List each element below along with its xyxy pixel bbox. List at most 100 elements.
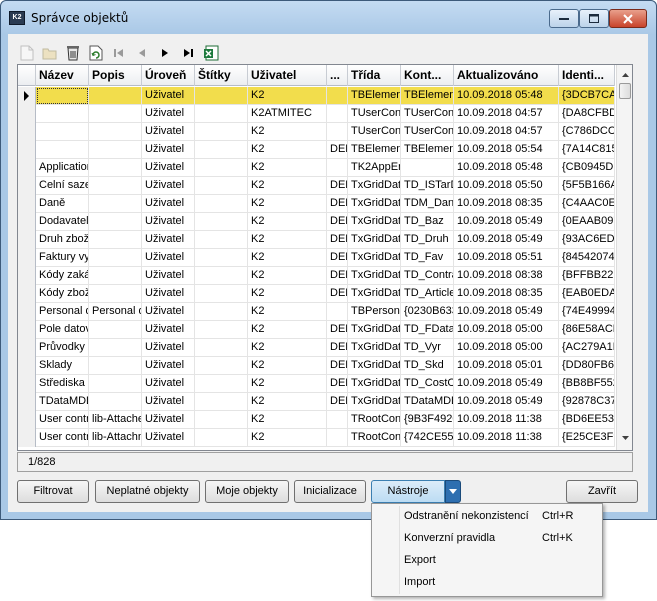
table-row[interactable]: Pole datov Uživatel K2DEMTxGridDataTD_FDat…	[18, 321, 615, 339]
cell-level[interactable]: Uživatel	[142, 339, 195, 357]
cell-description[interactable]	[89, 285, 142, 303]
cell-user[interactable]: K2ATMITEC	[248, 105, 327, 123]
cell-level[interactable]: Uživatel	[142, 177, 195, 195]
table-row[interactable]: Kódy zboží Uživatel K2DEMTxGridDataTD_Arti…	[18, 285, 615, 303]
cell-name[interactable]: Personal d	[36, 303, 89, 321]
cell-tags[interactable]	[195, 249, 248, 267]
cell-level[interactable]: Uživatel	[142, 393, 195, 411]
cell-identifier[interactable]: {3DCB7CA6	[559, 87, 615, 105]
cell-context[interactable]: TBElement	[401, 141, 454, 159]
cell-truncated[interactable]: DEM	[327, 375, 348, 393]
cell-level[interactable]: Uživatel	[142, 123, 195, 141]
cell-level[interactable]: Uživatel	[142, 411, 195, 429]
cell-user[interactable]: K2	[248, 429, 327, 447]
column-header-identifier[interactable]: Identi...	[559, 65, 615, 86]
cell-tags[interactable]	[195, 429, 248, 447]
cell-truncated[interactable]	[327, 429, 348, 447]
cell-updated[interactable]: 10.09.2018 05:00	[454, 339, 559, 357]
cell-context[interactable]: TD_CostCe	[401, 375, 454, 393]
cell-class[interactable]: TxGridData	[348, 177, 401, 195]
cell-class[interactable]: TUserConf	[348, 105, 401, 123]
cell-level[interactable]: Uživatel	[142, 105, 195, 123]
column-header-class[interactable]: Třída	[348, 65, 401, 86]
cell-context[interactable]: TD_Baz	[401, 213, 454, 231]
cell-truncated[interactable]	[327, 105, 348, 123]
cell-class[interactable]: TxGridData	[348, 249, 401, 267]
cell-name[interactable]	[36, 141, 89, 159]
cell-updated[interactable]: 10.09.2018 05:49	[454, 375, 559, 393]
row-indicator[interactable]	[18, 411, 36, 429]
cell-description[interactable]	[89, 393, 142, 411]
cell-user[interactable]: K2	[248, 321, 327, 339]
cell-user[interactable]: K2	[248, 393, 327, 411]
cell-tags[interactable]	[195, 123, 248, 141]
cell-level[interactable]: Uživatel	[142, 141, 195, 159]
cell-tags[interactable]	[195, 177, 248, 195]
minimize-button[interactable]	[549, 9, 579, 28]
row-indicator[interactable]	[18, 285, 36, 303]
cell-identifier[interactable]: {DD80FB6A	[559, 357, 615, 375]
cell-updated[interactable]: 10.09.2018 11:38	[454, 411, 559, 429]
cell-level[interactable]: Uživatel	[142, 429, 195, 447]
cell-class[interactable]: TxGridData	[348, 213, 401, 231]
cell-updated[interactable]: 10.09.2018 08:35	[454, 285, 559, 303]
cell-description[interactable]	[89, 267, 142, 285]
cell-class[interactable]: TBElement	[348, 87, 401, 105]
cell-truncated[interactable]: DEM	[327, 357, 348, 375]
next-record-icon[interactable]	[154, 42, 176, 64]
cell-truncated[interactable]: DEM	[327, 285, 348, 303]
cell-description[interactable]	[89, 87, 142, 105]
cell-context[interactable]: TD_Fav	[401, 249, 454, 267]
cell-description[interactable]	[89, 249, 142, 267]
cell-name[interactable]	[36, 87, 89, 105]
table-row[interactable]: User contr lib-Attachm Uživatel K2 TRootConf…	[18, 429, 615, 447]
row-indicator[interactable]	[18, 231, 36, 249]
cell-user[interactable]: K2	[248, 195, 327, 213]
column-header-tags[interactable]: Štítky	[195, 65, 248, 86]
last-record-icon[interactable]	[177, 42, 199, 64]
cell-identifier[interactable]: {CB0945DE	[559, 159, 615, 177]
cell-description[interactable]: Personal d	[89, 303, 142, 321]
cell-description[interactable]	[89, 339, 142, 357]
cell-updated[interactable]: 10.09.2018 05:48	[454, 159, 559, 177]
my-objects-button[interactable]: Moje objekty	[205, 480, 289, 503]
cell-class[interactable]: TBPersona	[348, 303, 401, 321]
cell-context[interactable]: TDM_Dane	[401, 195, 454, 213]
cell-identifier[interactable]: {0EAAB097	[559, 213, 615, 231]
cell-level[interactable]: Uživatel	[142, 321, 195, 339]
row-indicator[interactable]	[18, 159, 36, 177]
cell-user[interactable]: K2	[248, 123, 327, 141]
cell-class[interactable]: TBElement	[348, 141, 401, 159]
cell-tags[interactable]	[195, 411, 248, 429]
cell-truncated[interactable]	[327, 123, 348, 141]
cell-updated[interactable]: 10.09.2018 05:00	[454, 321, 559, 339]
row-indicator[interactable]	[18, 267, 36, 285]
cell-class[interactable]: TxGridData	[348, 195, 401, 213]
cell-truncated[interactable]: DEM	[327, 213, 348, 231]
column-header-description[interactable]: Popis	[89, 65, 142, 86]
first-record-icon[interactable]	[108, 42, 130, 64]
cell-updated[interactable]: 10.09.2018 05:54	[454, 141, 559, 159]
column-header-truncated[interactable]: ...	[327, 65, 348, 86]
cell-identifier[interactable]: {92878C37	[559, 393, 615, 411]
cell-context[interactable]: TD_Skd	[401, 357, 454, 375]
cell-tags[interactable]	[195, 393, 248, 411]
cell-tags[interactable]	[195, 87, 248, 105]
cell-user[interactable]: K2	[248, 141, 327, 159]
cell-context[interactable]: TD_Article	[401, 285, 454, 303]
cell-description[interactable]	[89, 321, 142, 339]
cell-user[interactable]: K2	[248, 357, 327, 375]
cell-level[interactable]: Uživatel	[142, 357, 195, 375]
table-row[interactable]: Průvodky Uživatel K2DEMTxGridDataTD_Vyr10.…	[18, 339, 615, 357]
cell-truncated[interactable]	[327, 87, 348, 105]
row-indicator[interactable]	[18, 249, 36, 267]
maximize-button[interactable]	[579, 9, 609, 28]
cell-identifier[interactable]: {86E58ACE	[559, 321, 615, 339]
cell-name[interactable]: Dodavatelé	[36, 213, 89, 231]
cell-identifier[interactable]: {93AC6EDI	[559, 231, 615, 249]
cell-truncated[interactable]: DEM	[327, 249, 348, 267]
cell-description[interactable]	[89, 123, 142, 141]
cell-truncated[interactable]	[327, 411, 348, 429]
cell-updated[interactable]: 10.09.2018 05:49	[454, 303, 559, 321]
cell-class[interactable]: TRootConf	[348, 411, 401, 429]
